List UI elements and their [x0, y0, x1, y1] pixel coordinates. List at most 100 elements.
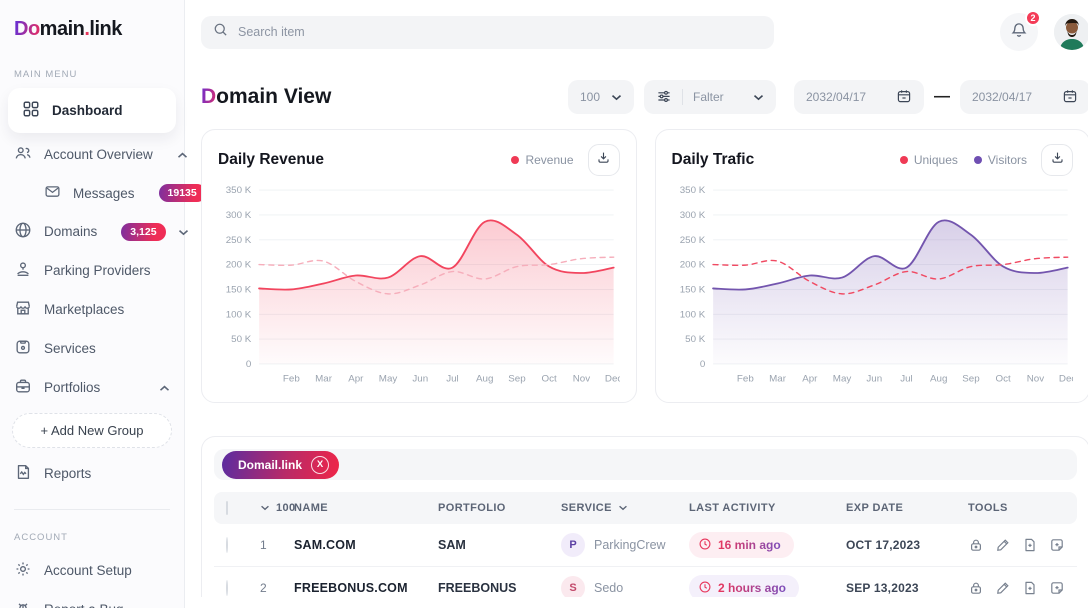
download-icon — [1050, 150, 1065, 170]
date-from-picker[interactable]: 2032/04/17 — [794, 80, 924, 114]
row-number: 2 — [260, 581, 294, 595]
sidebar-item-label: Portfolios — [44, 380, 100, 395]
svg-text:Aug: Aug — [476, 374, 493, 383]
note-add-icon[interactable] — [1049, 580, 1065, 596]
gear-icon — [14, 560, 32, 581]
notifications-button[interactable]: 2 — [1000, 13, 1038, 51]
sidebar-item-reports[interactable]: Reports — [0, 454, 184, 493]
legend-item: Revenue — [511, 153, 573, 167]
domains-count-badge: 3,125 — [121, 223, 165, 241]
svg-text:50 K: 50 K — [231, 335, 252, 344]
chevron-up-icon[interactable] — [159, 380, 170, 395]
lock-icon[interactable] — [968, 580, 984, 596]
sidebar-item-messages[interactable]: Messages 19135 — [0, 174, 184, 212]
sidebar-item-domains[interactable]: Domains 3,125 — [0, 212, 184, 251]
daily-revenue-chart: 350 K300 K250 K200 K150 K100 K50 K0FebMa… — [218, 183, 620, 387]
sidebar-item-portfolios[interactable]: Portfolios — [0, 368, 184, 407]
add-new-group-button[interactable]: + Add New Group — [12, 413, 172, 448]
file-add-icon[interactable] — [1022, 537, 1038, 553]
account-section-label: ACCOUNT — [0, 532, 184, 543]
user-avatar[interactable] — [1054, 14, 1088, 50]
sidebar-item-report-a-bug[interactable]: Report a Bug — [0, 590, 184, 608]
table-row[interactable]: 1 SAM.COM SAM P ParkingCrew 16 min ago O… — [214, 524, 1077, 567]
svg-text:200 K: 200 K — [679, 260, 705, 269]
sidebar-item-marketplaces[interactable]: Marketplaces — [0, 290, 184, 329]
column-header-tools[interactable]: TOOLS — [968, 502, 1065, 514]
main-content: 2 Domain View 100 Falter 2032/04/17 — 20… — [185, 0, 1088, 608]
per-page-dropdown[interactable]: 100 — [568, 80, 634, 114]
legend-dot-icon — [900, 156, 908, 164]
svg-text:250 K: 250 K — [226, 235, 252, 244]
column-header-portfolio[interactable]: PORTFOLIO — [438, 502, 561, 514]
sidebar-item-account-overview[interactable]: Account Overview — [0, 135, 184, 174]
svg-text:Aug: Aug — [930, 374, 947, 383]
note-add-icon[interactable] — [1049, 537, 1065, 553]
file-add-icon[interactable] — [1022, 580, 1038, 596]
legend-item: Visitors — [974, 153, 1027, 167]
date-to-picker[interactable]: 2032/04/17 — [960, 80, 1088, 114]
sidebar-item-parking-providers[interactable]: Parking Providers — [0, 251, 184, 290]
sidebar-item-label: Marketplaces — [44, 302, 124, 317]
download-chart-button[interactable] — [1041, 144, 1073, 176]
table-row[interactable]: 2 FREEBONUS.COM FREEBONUS S Sedo 2 hours… — [214, 567, 1077, 597]
calendar-icon — [896, 88, 912, 107]
remove-tag-icon[interactable]: X — [311, 456, 329, 474]
download-icon — [596, 150, 611, 170]
edit-pencil-icon[interactable] — [995, 537, 1011, 553]
sidebar-item-account-setup[interactable]: Account Setup — [0, 551, 184, 590]
logo-grad-part: Do — [14, 18, 40, 40]
sidebar-item-services[interactable]: Services — [0, 329, 184, 368]
portfolio-name: SAM — [438, 538, 561, 552]
select-all-checkbox[interactable] — [226, 501, 228, 515]
chart-title: Daily Trafic — [672, 151, 900, 169]
service-avatar: S — [561, 576, 585, 597]
sidebar-item-label: Reports — [44, 466, 91, 481]
column-header-name[interactable]: NAME — [294, 502, 438, 514]
sidebar-item-dashboard[interactable]: Dashboard — [8, 88, 176, 133]
column-header-last-activity[interactable]: LAST ACTIVITY — [689, 502, 846, 514]
legend-item: Uniques — [900, 153, 958, 167]
page-title-grad: D — [201, 85, 216, 108]
svg-text:Dec: Dec — [1058, 374, 1073, 383]
row-checkbox[interactable] — [226, 537, 228, 553]
column-header-service[interactable]: SERVICE — [561, 502, 612, 514]
service-avatar: P — [561, 533, 585, 557]
row-number: 1 — [260, 538, 294, 552]
sidebar-item-label: Domains — [44, 224, 97, 239]
lock-icon[interactable] — [968, 537, 984, 553]
app-logo: Domain.link — [0, 16, 184, 41]
edit-pencil-icon[interactable] — [995, 580, 1011, 596]
column-header-exp-date[interactable]: EXP DATE — [846, 502, 968, 514]
svg-text:Sep: Sep — [508, 374, 525, 383]
chevron-down-icon[interactable] — [618, 502, 628, 514]
date-to-value: 2032/04/17 — [972, 90, 1032, 104]
search-input[interactable] — [238, 25, 762, 39]
domain-name: SAM.COM — [294, 538, 438, 552]
svg-text:200 K: 200 K — [226, 260, 252, 269]
logo-suffix-part: link — [89, 18, 121, 40]
svg-text:Sep: Sep — [962, 374, 979, 383]
svg-text:0: 0 — [699, 359, 704, 368]
row-checkbox[interactable] — [226, 580, 228, 596]
column-header-count[interactable]: 100 — [276, 502, 296, 514]
filter-dropdown[interactable]: Falter — [644, 80, 776, 114]
people-icon — [14, 144, 32, 165]
last-activity-badge: 16 min ago — [689, 532, 794, 558]
filter-tag[interactable]: Domail.link X — [222, 451, 339, 479]
daily-trafic-chart: 350 K300 K250 K200 K150 K100 K50 K0FebMa… — [672, 183, 1074, 387]
sidebar-item-label: Messages — [73, 186, 135, 201]
expiration-date: OCT 17,2023 — [846, 538, 968, 552]
storefront-icon — [14, 299, 32, 320]
logo-mid-part: main — [40, 18, 85, 40]
daily-trafic-chart-card: Daily Trafic UniquesVisitors 350 K300 K2… — [655, 129, 1088, 403]
svg-text:Dec: Dec — [605, 374, 620, 383]
domain-name: FREEBONUS.COM — [294, 581, 438, 595]
svg-text:150 K: 150 K — [679, 285, 705, 294]
download-chart-button[interactable] — [588, 144, 620, 176]
sort-chevron-icon[interactable] — [260, 502, 270, 514]
page-title-rest: omain View — [216, 85, 331, 108]
sidebar-item-label: Account Overview — [44, 147, 153, 162]
svg-text:Jun: Jun — [412, 374, 428, 383]
sidebar-item-label: Services — [44, 341, 96, 356]
search-bar[interactable] — [201, 16, 774, 49]
